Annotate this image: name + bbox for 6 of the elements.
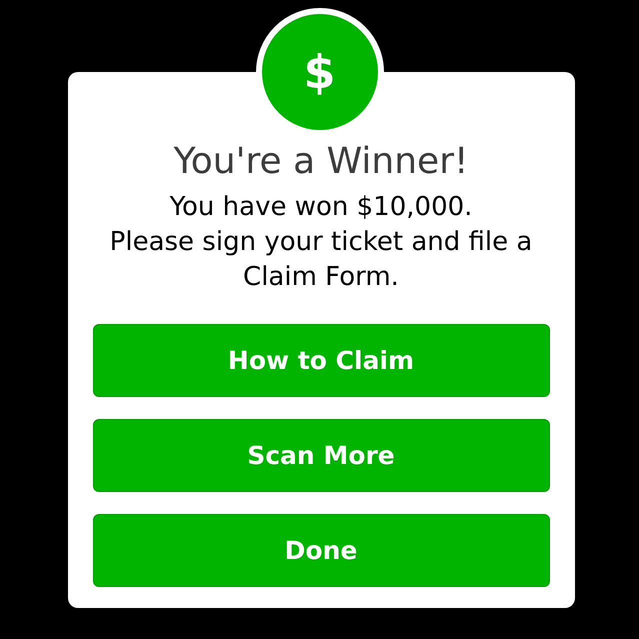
prize-text: You have won $10,000. [170,191,472,224]
scan-button[interactable]: Scan More [92,419,550,492]
dialog-title: You're a Winner! [174,141,468,183]
done-button[interactable]: Done [92,514,550,587]
instruction-text: Please sign your ticket and file a Claim Form. [108,226,534,294]
claim-button[interactable]: How to Claim [92,324,550,397]
